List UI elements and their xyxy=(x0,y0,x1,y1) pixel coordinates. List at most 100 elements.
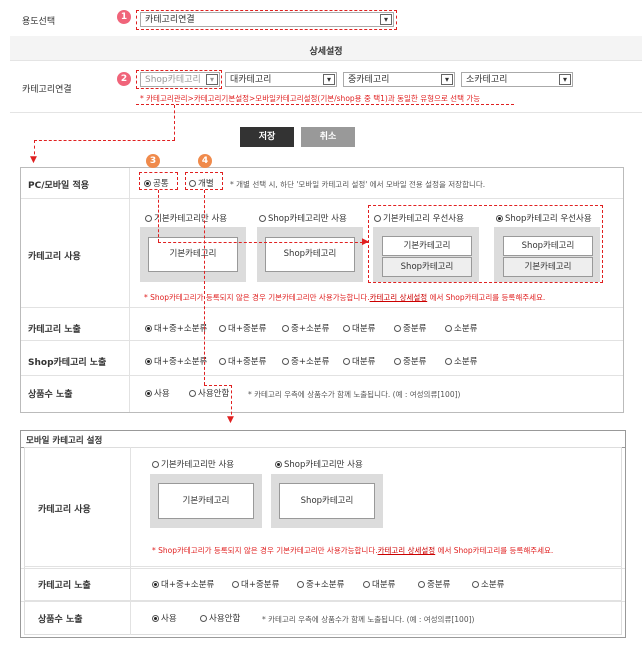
radio-circle-icon xyxy=(343,358,350,365)
radio-label: Shop카테고리만 사용 xyxy=(284,460,363,470)
radio-label: 소분류 xyxy=(454,324,478,334)
large-category-select[interactable]: 대카테고리 ▾ xyxy=(225,72,337,87)
radio-label: 중+소분류 xyxy=(306,580,345,590)
mobile-radio-expose-2[interactable]: 대+중분류 xyxy=(232,578,279,590)
mobile-count-note: * 카테고리 우측에 상품수가 함께 노출됩니다. (예 : 여성의류[100]… xyxy=(262,615,475,624)
preview-box-shop: Shop카테고리 xyxy=(382,257,472,277)
radio-count-nouse[interactable]: 사용안함 xyxy=(189,387,229,399)
mobile-radio-expose-1[interactable]: 대+중+소분류 xyxy=(152,578,214,590)
mobile-panel-title: 모바일 카테고리 설정 xyxy=(26,436,103,446)
warn-text: * Shop카테고리가 등록되지 않은 경우 기본카테고리만 사용가능합니다. xyxy=(144,293,370,302)
radio-circle-icon xyxy=(445,325,452,332)
radio-label: 대+중분류 xyxy=(228,324,267,334)
radio-dot-icon xyxy=(152,581,159,588)
radio-shop-expose-4[interactable]: 대분류 xyxy=(343,355,375,367)
preview-box-basic: 기본카테고리 xyxy=(382,236,472,256)
chevron-down-icon: ▾ xyxy=(559,74,571,85)
radio-label: 중+소분류 xyxy=(291,357,330,367)
radio-circle-icon xyxy=(200,615,207,622)
chevron-down-icon: ▾ xyxy=(380,14,392,25)
radio-common[interactable]: 공통 xyxy=(144,177,169,189)
mobile-radio-expose-6[interactable]: 소분류 xyxy=(472,578,504,590)
radio-label: 대+중+소분류 xyxy=(154,357,208,367)
radio-label: 중분류 xyxy=(427,580,451,590)
chevron-down-icon: ▾ xyxy=(206,74,218,85)
radio-label: 중+소분류 xyxy=(291,324,330,334)
radio-expose-1[interactable]: 대+중+소분류 xyxy=(145,322,207,334)
radio-expose-4[interactable]: 대분류 xyxy=(343,322,375,334)
radio-label: 기본카테고리만 사용 xyxy=(154,214,228,224)
radio-circle-icon xyxy=(472,581,479,588)
radio-label: 대+중분류 xyxy=(241,580,280,590)
small-category-select[interactable]: 소카테고리 ▾ xyxy=(461,72,573,87)
pc-settings-panel xyxy=(20,167,624,413)
badge-3: 3 xyxy=(146,154,160,168)
radio-label: Shop카테고리만 사용 xyxy=(268,214,347,224)
count-expose-label: 상품수 노출 xyxy=(28,390,73,400)
connector-line xyxy=(204,385,232,386)
cancel-button[interactable]: 취소 xyxy=(301,127,355,147)
radio-count-use[interactable]: 사용 xyxy=(145,387,170,399)
radio-shop-expose-1[interactable]: 대+중+소분류 xyxy=(145,355,207,367)
radio-dot-icon xyxy=(152,615,159,622)
radio-label: 사용 xyxy=(154,389,170,399)
mobile-radio-basic-only[interactable]: 기본카테고리만 사용 xyxy=(152,458,234,470)
radio-label: 대분류 xyxy=(372,580,396,590)
mid-category-select[interactable]: 중카테고리 ▾ xyxy=(343,72,455,87)
radio-individual-label: 개별 xyxy=(198,179,214,189)
purpose-label: 용도선택 xyxy=(22,17,56,27)
preview-box-shop: Shop카테고리 xyxy=(503,236,593,256)
radio-circle-icon xyxy=(445,358,452,365)
radio-label: 사용 xyxy=(161,614,177,624)
radio-shop-expose-6[interactable]: 소분류 xyxy=(445,355,477,367)
shop-category-select[interactable]: Shop카테고리 ▾ xyxy=(140,72,220,87)
radio-label: 중분류 xyxy=(403,324,427,334)
arrow-down-icon: ▼ xyxy=(30,155,37,165)
radio-expose-6[interactable]: 소분류 xyxy=(445,322,477,334)
mobile-radio-count-use[interactable]: 사용 xyxy=(152,612,177,624)
arrow-right-icon: ▶ xyxy=(362,237,369,247)
chevron-down-icon: ▾ xyxy=(441,74,453,85)
radio-circle-icon xyxy=(394,325,401,332)
connector-line xyxy=(34,140,175,141)
radio-label: 대+중+소분류 xyxy=(154,324,208,334)
category-detail-link[interactable]: 카테고리 상세설정 xyxy=(370,293,428,302)
save-button[interactable]: 저장 xyxy=(240,127,294,147)
mobile-radio-shop-only[interactable]: Shop카테고리만 사용 xyxy=(275,458,363,470)
purpose-select[interactable]: 카테고리연결 ▾ xyxy=(140,12,394,27)
individual-note: * 개별 선택 시, 하단 '모바일 카테고리 설정' 에서 모바일 전용 설정… xyxy=(230,180,486,189)
mobile-radio-expose-3[interactable]: 중+소분류 xyxy=(297,578,344,590)
radio-label: 대분류 xyxy=(352,357,376,367)
chevron-down-icon: ▾ xyxy=(323,74,335,85)
radio-expose-3[interactable]: 중+소분류 xyxy=(282,322,329,334)
radio-shop-expose-5[interactable]: 중분류 xyxy=(394,355,426,367)
radio-circle-icon xyxy=(189,390,196,397)
radio-common-label: 공통 xyxy=(153,179,169,189)
radio-circle-icon xyxy=(189,180,196,187)
mobile-category-detail-link[interactable]: 카테고리 상세설정 xyxy=(378,546,436,555)
highlight-note xyxy=(136,90,514,105)
radio-shop-expose-2[interactable]: 대+중분류 xyxy=(219,355,266,367)
radio-expose-2[interactable]: 대+중분류 xyxy=(219,322,266,334)
mobile-radio-count-nouse[interactable]: 사용안함 xyxy=(200,612,240,624)
radio-circle-icon xyxy=(418,581,425,588)
radio-circle-icon xyxy=(219,358,226,365)
radio-shop-expose-3[interactable]: 중+소분류 xyxy=(282,355,329,367)
radio-shop-only[interactable]: Shop카테고리만 사용 xyxy=(259,212,347,224)
mid-select-value: 중카테고리 xyxy=(348,75,390,85)
radio-circle-icon xyxy=(343,325,350,332)
radio-label: 소분류 xyxy=(454,357,478,367)
mobile-preview-box-shop: Shop카테고리 xyxy=(279,483,375,519)
connector-line xyxy=(158,242,368,243)
badge-1: 1 xyxy=(117,10,131,24)
category-expose-label: 카테고리 노출 xyxy=(28,325,81,335)
radio-label: 사용안함 xyxy=(209,614,241,624)
radio-expose-5[interactable]: 중분류 xyxy=(394,322,426,334)
category-use-label: 카테고리 사용 xyxy=(28,252,81,262)
mobile-category-use-label: 카테고리 사용 xyxy=(38,505,91,515)
mobile-radio-expose-4[interactable]: 대분류 xyxy=(363,578,395,590)
radio-dot-icon xyxy=(145,390,152,397)
radio-label: 대+중+소분류 xyxy=(161,580,215,590)
mobile-radio-expose-5[interactable]: 중분류 xyxy=(418,578,450,590)
radio-individual[interactable]: 개별 xyxy=(189,177,214,189)
